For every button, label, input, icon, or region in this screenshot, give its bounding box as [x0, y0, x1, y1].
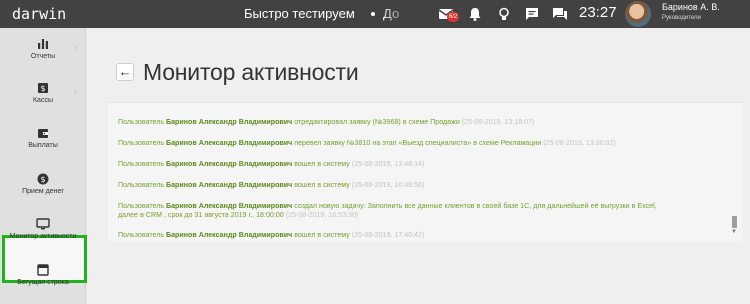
sidebar-item-label: Прием денег [22, 188, 64, 195]
log-entry: Пользователь Баринов Александр Владимиро… [118, 118, 535, 126]
sidebar-item-label: Выплаты [28, 142, 58, 149]
wallet-icon [38, 129, 48, 138]
log-entry-continuation: далее в CRM , срок до 31 августа 2019 г.… [118, 211, 359, 219]
top-bar: darwin Быстро тестируем До 6/2 23:27 Бар… [0, 0, 750, 28]
messages-icon[interactable] [552, 6, 568, 22]
sidebar-item-payouts[interactable]: Выплаты [0, 127, 86, 161]
user-role: Руководители [662, 15, 701, 21]
sidebar-item-cash[interactable]: $ Кассы › [0, 82, 86, 116]
scrollbar-thumb[interactable] [732, 216, 737, 228]
sidebar-item-reports[interactable]: Отчеты › [0, 38, 86, 72]
chevron-right-icon: › [74, 42, 77, 52]
chat-icon[interactable] [524, 6, 540, 22]
mail-badge: 6/2 [447, 12, 460, 22]
log-entry: Пользователь Баринов Александр Владимиро… [118, 202, 657, 210]
app-logo[interactable]: darwin [12, 5, 66, 23]
lightbulb-icon[interactable] [496, 6, 512, 22]
page-title: Монитор активности [143, 59, 359, 85]
clock: 23:27 [579, 4, 617, 21]
sidebar-item-label: Отчеты [30, 53, 56, 60]
activity-log-panel[interactable]: Пользователь Баринов Александр Владимиро… [108, 102, 742, 241]
title-fade [380, 0, 430, 28]
log-entry: Пользователь Баринов Александр Владимиро… [118, 139, 616, 147]
ticker-icon [37, 264, 49, 276]
user-name[interactable]: Баринов А. В. [662, 2, 720, 12]
sidebar-item-label: Монитор активности [9, 233, 77, 240]
cash-register-icon: $ [38, 83, 48, 93]
svg-text:$: $ [40, 175, 45, 184]
sidebar-item-label: Бегущая строка [17, 279, 69, 286]
project-title[interactable]: Быстро тестируем [244, 6, 355, 21]
log-entry: Пользователь Баринов Александр Владимиро… [118, 181, 425, 189]
sidebar-item-activity-monitor[interactable]: Монитор активности [0, 218, 86, 252]
sidebar: Отчеты › $ Кассы › Выплаты $ Прием денег… [0, 28, 87, 304]
svg-text:$: $ [40, 84, 45, 93]
sidebar-item-ticker[interactable]: Бегущая строка [0, 264, 86, 298]
back-button[interactable]: ← [116, 63, 134, 81]
sidebar-item-money-receipt[interactable]: $ Прием денег [0, 173, 86, 207]
avatar[interactable] [625, 1, 651, 27]
chevron-right-icon: › [74, 86, 77, 96]
bar-chart-icon [38, 39, 48, 49]
bell-icon[interactable] [467, 6, 483, 22]
dollar-coin-icon: $ [37, 173, 49, 185]
scroll-down-arrow-icon[interactable]: ▼ [731, 229, 737, 235]
log-line-clipped [118, 103, 678, 105]
monitor-icon [36, 218, 50, 230]
sidebar-item-label: Кассы [32, 97, 53, 104]
log-entry: Пользователь Баринов Александр Владимиро… [118, 160, 425, 168]
log-entry: Пользователь Баринов Александр Владимиро… [118, 231, 425, 239]
title-separator [371, 12, 375, 16]
